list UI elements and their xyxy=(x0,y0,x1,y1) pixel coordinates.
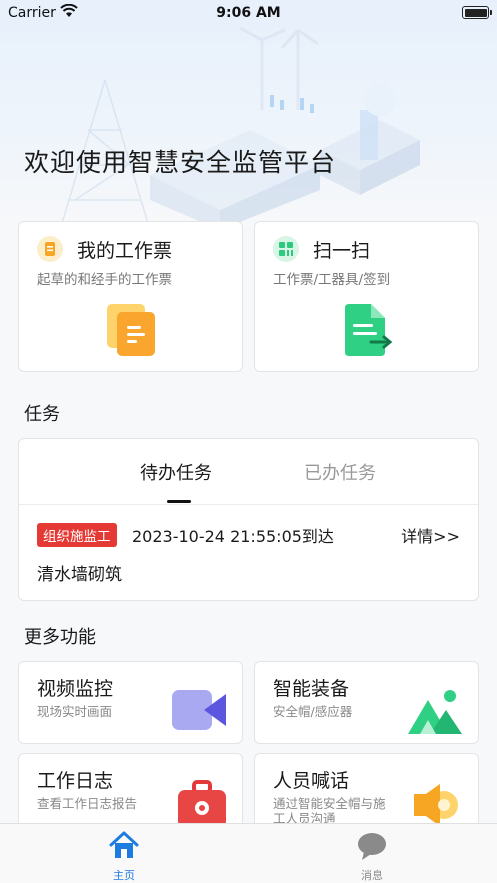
tasks-section-title: 任务 xyxy=(24,404,60,425)
tabbar-item-home[interactable]: 主页 xyxy=(74,824,174,883)
feature-subtitle: 通过智能安全帽与施工人员沟通 xyxy=(273,796,386,826)
scan-badge-icon xyxy=(273,236,299,262)
mountain-image-icon xyxy=(408,690,462,734)
tabbar-item-messages[interactable]: 消息 xyxy=(322,824,422,883)
city-illustration xyxy=(59,26,420,230)
hero-banner xyxy=(0,0,497,230)
tab-done[interactable]: 已办任务 xyxy=(225,459,455,485)
chat-icon xyxy=(358,833,386,860)
scan-icon xyxy=(345,304,393,356)
card-subtitle: 工作票/工器具/签到 xyxy=(273,272,391,288)
task-time: 2023-10-24 21:55:05到达 xyxy=(132,527,334,546)
ticket-icon xyxy=(107,304,155,356)
feature-title: 智能装备 xyxy=(273,678,350,700)
feature-title: 视频监控 xyxy=(37,678,114,700)
feature-title: 人员喊话 xyxy=(273,770,350,792)
task-tag-badge: 组织施监工 xyxy=(37,523,117,547)
card-title: 扫一扫 xyxy=(313,240,371,262)
battery-icon xyxy=(462,6,489,19)
tabbar-label: 消息 xyxy=(361,869,383,882)
feature-video-monitor[interactable]: 视频监控 现场实时画面 xyxy=(18,661,243,744)
card-subtitle: 起草的和经手的工作票 xyxy=(37,272,172,288)
feature-subtitle: 现场实时画面 xyxy=(37,704,113,719)
status-bar: Carrier 9:06 AM xyxy=(0,0,497,26)
home-icon xyxy=(109,831,139,858)
scan-card[interactable]: 扫一扫 工作票/工器具/签到 xyxy=(254,221,479,372)
task-detail-link[interactable]: 详情>> xyxy=(401,523,460,547)
divider xyxy=(19,504,478,505)
welcome-title: 欢迎使用智慧安全监管平台 xyxy=(24,148,337,177)
feature-subtitle: 查看工作日志报告 xyxy=(37,796,138,811)
my-tickets-card[interactable]: 我的工作票 起草的和经手的工作票 xyxy=(18,221,243,372)
battery-tip xyxy=(490,10,492,15)
bottom-tabbar: 主页 消息 xyxy=(0,823,497,883)
card-title: 我的工作票 xyxy=(77,240,173,262)
clock: 9:06 AM xyxy=(216,5,281,21)
video-camera-icon xyxy=(172,690,226,730)
task-name[interactable]: 清水墙砌筑 xyxy=(37,560,122,585)
feature-smart-equipment[interactable]: 智能装备 安全帽/感应器 xyxy=(254,661,479,744)
tab-indicator xyxy=(167,500,191,503)
feature-title: 工作日志 xyxy=(37,770,114,792)
more-section-title: 更多功能 xyxy=(24,627,96,648)
tasks-card: 待办任务 已办任务 组织施监工 2023-10-24 21:55:05到达 详情… xyxy=(18,438,479,601)
tabbar-label: 主页 xyxy=(113,869,135,882)
ticket-badge-icon xyxy=(37,236,63,262)
feature-subtitle: 安全帽/感应器 xyxy=(273,704,353,719)
